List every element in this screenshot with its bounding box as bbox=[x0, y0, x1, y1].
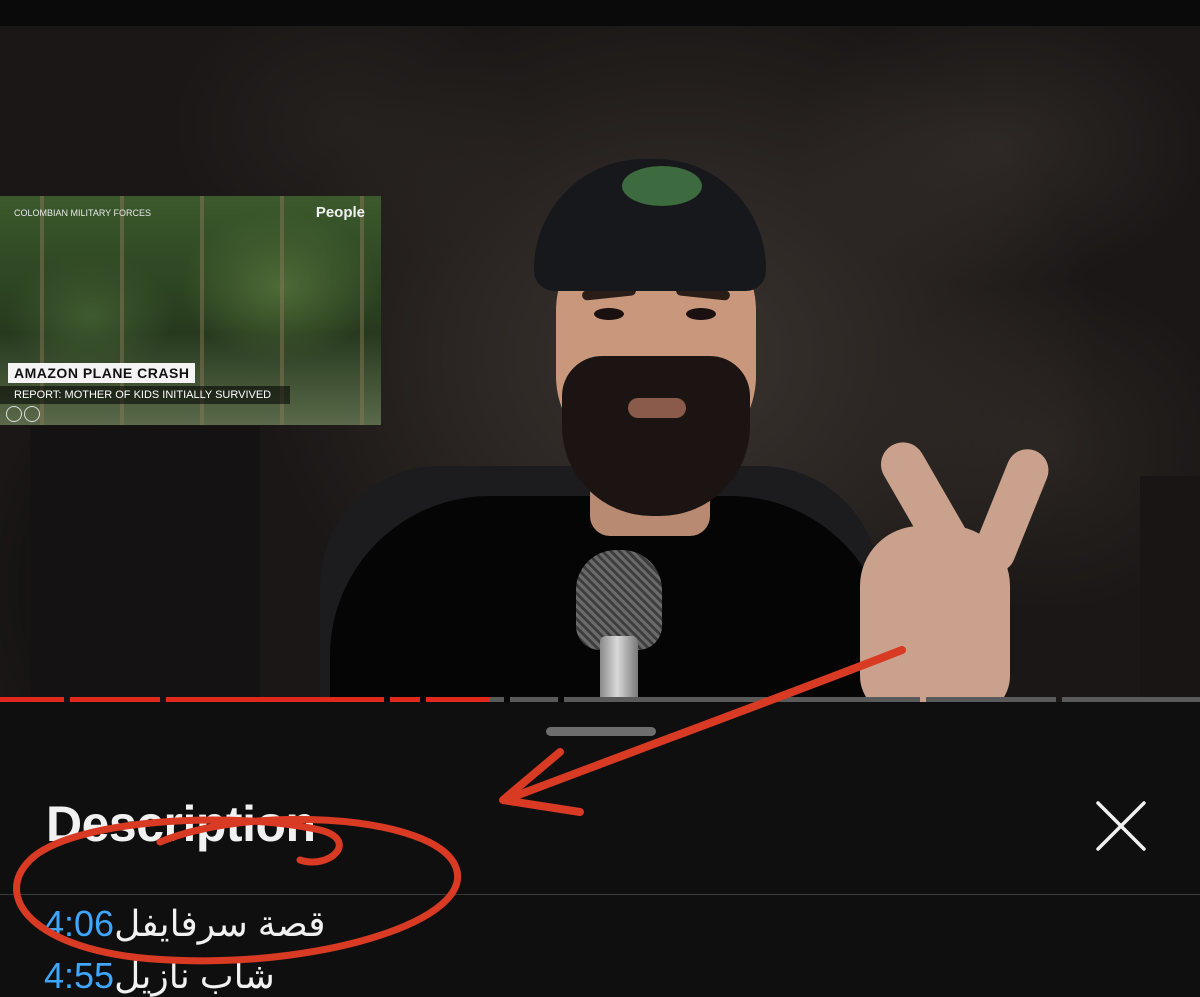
sheet-title: Description bbox=[46, 796, 316, 852]
description-sheet[interactable]: Description قصة سرفايفل4:06 شاب نازيل4:5… bbox=[0, 705, 1200, 996]
chapter-segment[interactable] bbox=[490, 697, 504, 702]
presenter-hand bbox=[860, 526, 1010, 702]
presenter-mouth bbox=[628, 398, 686, 418]
sheet-divider bbox=[0, 894, 1200, 895]
people-logo: People bbox=[315, 204, 365, 221]
background-furniture bbox=[1140, 476, 1200, 702]
video-player[interactable]: COLOMBIAN MILITARY FORCES People AMAZON … bbox=[0, 26, 1200, 702]
status-bar bbox=[0, 0, 1200, 26]
chapter-title: قصة سرفايفل bbox=[114, 903, 326, 944]
microphone-icon bbox=[576, 550, 662, 650]
close-button[interactable] bbox=[1092, 797, 1150, 855]
chapter-segment[interactable] bbox=[70, 697, 160, 702]
circle-icon bbox=[6, 406, 22, 422]
chapter-segment[interactable] bbox=[426, 697, 490, 702]
chapter-segment[interactable] bbox=[390, 697, 420, 702]
chapter-segment[interactable] bbox=[926, 697, 1056, 702]
chapter-timestamp-link[interactable]: 4:55 bbox=[44, 955, 114, 996]
inset-social-icons bbox=[6, 406, 42, 425]
chapter-segment[interactable] bbox=[0, 697, 64, 702]
chapter-segment[interactable] bbox=[510, 697, 558, 702]
chapter-item[interactable]: قصة سرفايفل4:06 bbox=[34, 903, 326, 945]
presenter-eye-left bbox=[594, 308, 624, 320]
inset-subheadline: REPORT: MOTHER OF KIDS INITIALLY SURVIVE… bbox=[0, 386, 290, 404]
microphone-stand bbox=[600, 636, 638, 702]
circle-icon bbox=[24, 406, 40, 422]
chapter-item[interactable]: شاب نازيل4:55 bbox=[34, 955, 275, 997]
chapter-timestamp-link[interactable]: 4:06 bbox=[44, 903, 114, 944]
video-progress-bar[interactable] bbox=[0, 697, 1200, 702]
background-shelf bbox=[30, 426, 260, 702]
presenter-eye-right bbox=[686, 308, 716, 320]
cap-frog-logo-icon bbox=[622, 166, 702, 206]
close-icon bbox=[1096, 801, 1146, 851]
chapter-segment[interactable] bbox=[166, 697, 384, 702]
chapter-title: شاب نازيل bbox=[114, 955, 275, 996]
chapter-segment[interactable] bbox=[1062, 697, 1200, 702]
inset-source-label: COLOMBIAN MILITARY FORCES bbox=[14, 208, 152, 218]
chapter-segment[interactable] bbox=[564, 697, 920, 702]
sheet-drag-handle[interactable] bbox=[546, 727, 656, 736]
inset-headline: AMAZON PLANE CRASH bbox=[8, 363, 196, 383]
news-inset-image: COLOMBIAN MILITARY FORCES People AMAZON … bbox=[0, 196, 381, 425]
